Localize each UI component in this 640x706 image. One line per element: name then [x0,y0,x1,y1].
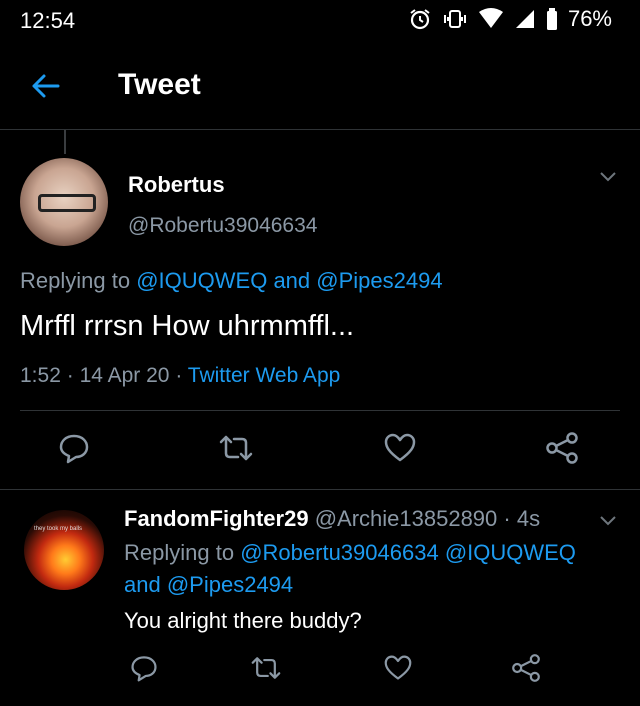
avatar-caption: they took my balls [34,526,83,532]
avatar-glasses [38,194,96,212]
retweet-button[interactable] [216,428,256,468]
heart-icon [383,654,413,682]
tweet-menu-button[interactable] [598,170,618,189]
thread-line [64,130,66,154]
battery-icon [546,8,558,30]
meta-separator: · [503,506,511,531]
like-button[interactable] [380,428,420,468]
signal-icon [514,8,536,30]
tweet-date: 14 Apr 20 [79,364,170,387]
chevron-down-icon [598,171,618,188]
replying-to: Replying to @Robertu39046634 @IQUQWEQ [124,540,576,566]
mention-link[interactable]: @Pipes2494 [316,268,442,293]
battery-percent: 76% [567,6,612,31]
user-handle[interactable]: @Robertu39046634 [128,214,317,238]
display-name[interactable]: FandomFighter29 [124,506,309,531]
header-divider [0,129,640,130]
status-time: 12:54 [20,8,76,33]
status-bar: 12:54 76% [0,0,640,40]
tweet-text: Mrffl rrrsn How uhrmmffl... [20,310,355,342]
reply-button[interactable] [124,648,164,688]
display-name[interactable]: Robertus [128,172,225,198]
tweet-time: 4s [516,506,541,531]
meta-separator: · [175,364,183,387]
reply-header: FandomFighter29 @Archie13852890 · 4s [124,506,540,532]
replying-to: Replying to @IQUQWEQ and @Pipes2494 [20,268,443,294]
mention-link[interactable]: @Robertu39046634 [240,540,438,565]
tweet-meta: 1:52 · 14 Apr 20 · Twitter Web App [20,364,340,388]
mention-link[interactable]: @Pipes2494 [167,572,293,597]
tweet-menu-button[interactable] [598,514,618,533]
app-header: Tweet [0,58,640,130]
replying-and[interactable]: and [273,268,310,293]
retweet-icon [250,653,282,683]
main-action-bar [0,428,640,468]
page-title: Tweet [118,68,201,101]
retweet-button[interactable] [246,648,286,688]
share-button[interactable] [506,648,546,688]
replying-and[interactable]: and [124,572,161,597]
mention-link[interactable]: @IQUQWEQ [445,540,576,565]
mention-link[interactable]: @IQUQWEQ [136,268,267,293]
replying-prefix: Replying to [20,268,131,293]
reply-action-bar [0,648,640,688]
retweet-icon [218,431,254,465]
vibrate-icon [442,7,468,31]
share-button[interactable] [542,428,582,468]
reply-tweet[interactable]: they took my balls FandomFighter29 @Arch… [0,490,640,706]
alarm-icon [408,7,432,31]
meta-divider [20,410,620,411]
chevron-down-icon [598,515,618,532]
heart-icon [383,432,417,464]
replying-to-continued: and @Pipes2494 [124,572,293,598]
share-icon [544,431,580,465]
arrow-left-icon [28,74,64,108]
share-icon [510,653,542,683]
tweet-time: 1:52 [20,364,61,387]
status-icons: 76% [408,6,612,32]
wifi-icon [478,8,504,30]
avatar[interactable]: they took my balls [24,510,104,590]
tweet-source-link[interactable]: Twitter Web App [188,364,341,387]
user-handle[interactable]: @Archie13852890 [315,506,498,531]
reply-icon [57,431,91,465]
meta-separator: · [66,364,74,387]
reply-icon [129,653,159,683]
replying-prefix: Replying to [124,540,235,565]
tweet-text: You alright there buddy? [124,608,362,633]
avatar[interactable] [20,158,108,246]
like-button[interactable] [378,648,418,688]
reply-button[interactable] [54,428,94,468]
back-button[interactable] [28,68,64,104]
